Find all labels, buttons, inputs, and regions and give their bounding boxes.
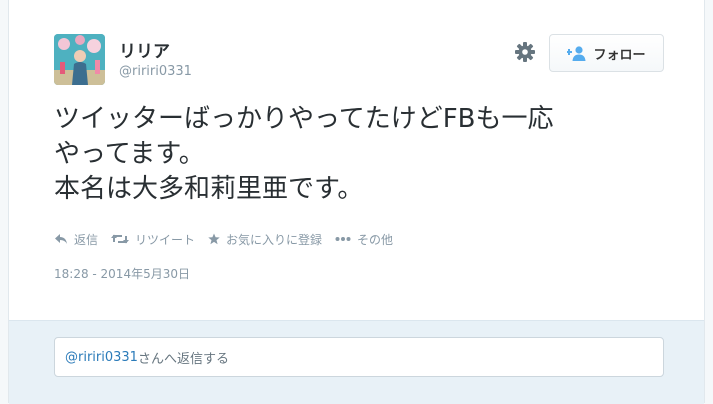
retweet-label: リツイート (135, 232, 196, 247)
tweet-card: リリア @ririri0331 フォロー ツイッターばっかりやってたけどFBも一… (8, 0, 705, 404)
favorite-label: お気に入りに登録 (226, 232, 323, 247)
tweet-line: やってます。 (54, 139, 205, 169)
tweet-line: 本名は大多和莉里亜です。 (54, 174, 364, 204)
follow-button[interactable]: フォロー (549, 34, 664, 72)
add-user-icon (567, 46, 586, 61)
more-dots-icon (335, 237, 351, 241)
reply-action[interactable]: 返信 (54, 231, 98, 248)
retweet-action[interactable]: リツイート (111, 231, 195, 248)
user-display-name[interactable]: リリア (119, 37, 170, 62)
reply-placeholder: さんへ返信する (137, 351, 229, 367)
tweet-actions: 返信 リツイート お気に入りに登録 その他 (54, 230, 406, 248)
reply-mention: @ririri0331 (65, 349, 138, 365)
avatar-image (54, 34, 105, 85)
gear-icon (515, 42, 535, 62)
tweet-timestamp[interactable]: 18:28 - 2014年5月30日 (54, 265, 190, 282)
more-action[interactable]: その他 (335, 231, 393, 248)
user-handle[interactable]: @ririri0331 (119, 64, 192, 79)
favorite-action[interactable]: お気に入りに登録 (208, 231, 322, 248)
retweet-icon (111, 234, 130, 244)
reply-label: 返信 (74, 232, 99, 247)
tweet-text: ツイッターばっかりやってたけどFBも一応 やってます。 本名は大多和莉里亜です。 (54, 102, 664, 207)
reply-section: @ririri0331 さんへ返信する (9, 320, 704, 404)
follow-button-label: フォロー (593, 47, 646, 63)
settings-button[interactable] (514, 41, 536, 63)
reply-input[interactable]: @ririri0331 さんへ返信する (54, 337, 664, 377)
tweet-line: ツイッターばっかりやってたけどFBも一応 (54, 104, 554, 134)
user-avatar[interactable] (54, 34, 105, 85)
star-icon (208, 233, 220, 245)
reply-icon (55, 234, 67, 244)
more-label: その他 (357, 232, 394, 247)
